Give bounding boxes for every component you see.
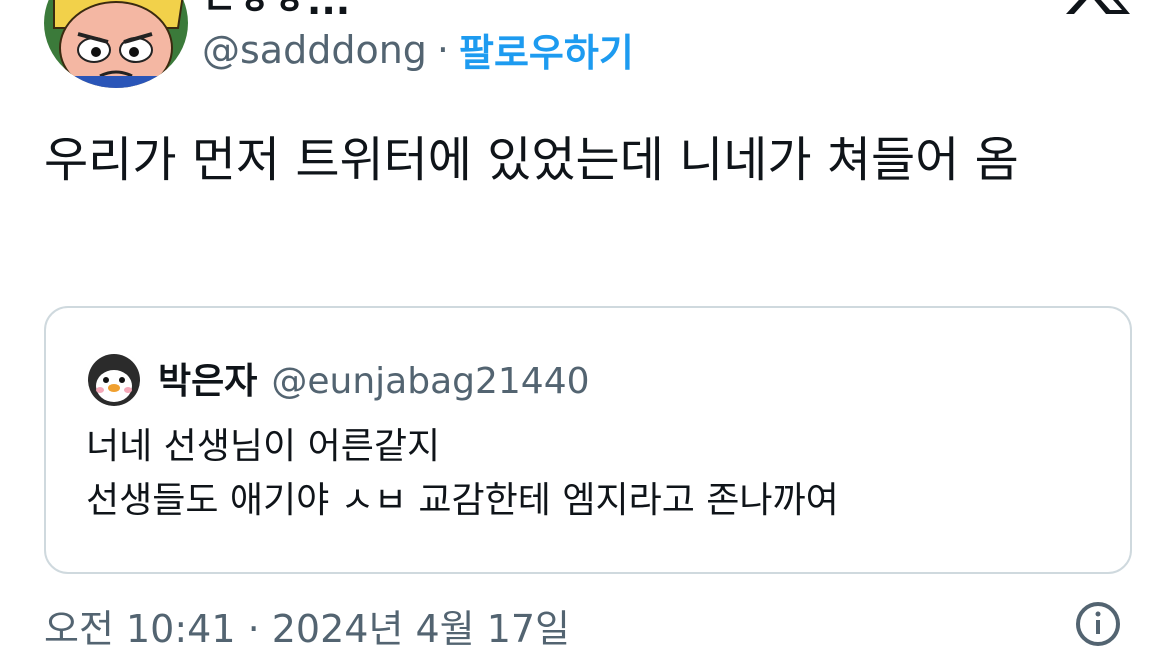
quoted-header: 박은자 @eunjabag21440 <box>158 352 590 404</box>
quoted-tweet-card[interactable]: 박은자 @eunjabag21440 너네 선생님이 어른같지 선생들도 애기야… <box>44 306 1132 574</box>
quoted-display-name: 박은자 <box>158 361 258 402</box>
quoted-text: 너네 선생님이 어른같지 선생들도 애기야 ㅅㅂ 교감한테 엠지라고 존나까여 <box>86 420 1086 528</box>
author-avatar[interactable] <box>44 0 188 88</box>
author-handle[interactable]: @sadddong <box>202 28 427 72</box>
quoted-text-line: 너네 선생님이 어른같지 <box>86 426 441 467</box>
follow-button[interactable]: 팔로우하기 <box>459 22 634 77</box>
author-handle-row: @sadddong · 팔로우하기 <box>202 22 634 77</box>
x-logo-icon[interactable] <box>1062 0 1134 14</box>
quoted-text-line: 선생들도 애기야 ㅅㅂ 교감한테 엠지라고 존나까여 <box>86 480 839 521</box>
tweet-timestamp[interactable]: 오전 10:41 · 2024년 4월 17일 <box>44 598 570 653</box>
info-icon[interactable] <box>1074 600 1122 648</box>
quoted-avatar[interactable] <box>86 350 142 406</box>
tweet-text: 우리가 먼저 트위터에 있었는데 니네가 쳐들어 옴 <box>44 132 1019 188</box>
quoted-handle: @eunjabag21440 <box>271 361 590 402</box>
separator-dot: · <box>436 27 449 72</box>
